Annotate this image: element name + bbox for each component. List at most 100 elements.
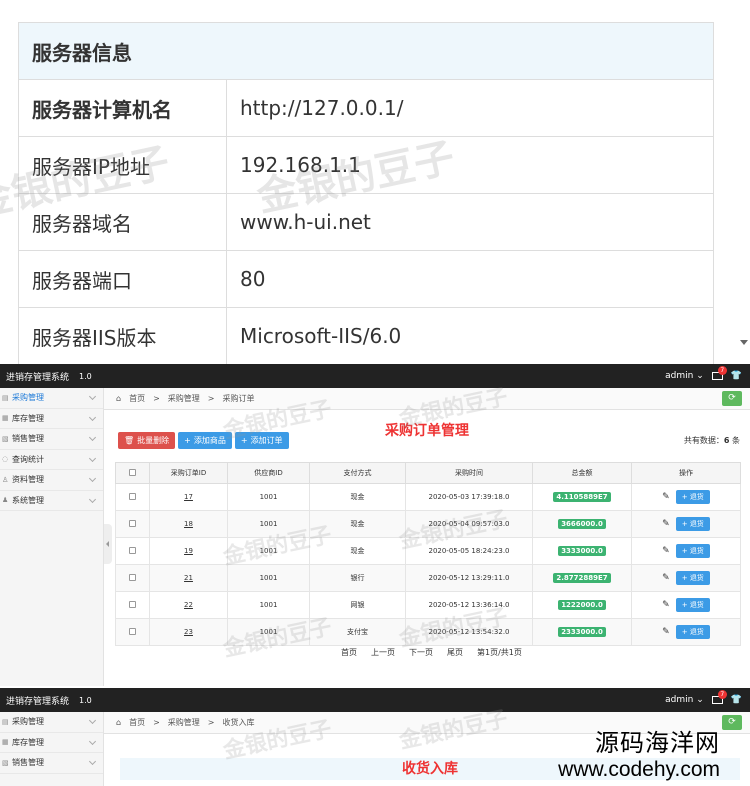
column-header: 供应商ID: [227, 462, 310, 484]
row-select-cell[interactable]: [115, 537, 150, 565]
plus-icon: +: [681, 520, 690, 528]
batch-delete-button[interactable]: 🗑 批量删除: [118, 432, 176, 449]
row-select-cell[interactable]: [115, 510, 150, 538]
row-select-cell[interactable]: [115, 591, 150, 619]
order-id-link[interactable]: 19: [184, 547, 193, 555]
sidebar-item-label: 销售管理: [12, 758, 44, 768]
last-page-link[interactable]: 尾页: [447, 647, 463, 658]
skin-icon[interactable]: 👕: [731, 695, 742, 705]
mail-icon[interactable]: 7: [711, 366, 727, 380]
row-checkbox[interactable]: [129, 573, 136, 581]
row-select-cell[interactable]: [115, 483, 150, 511]
breadcrumb-home[interactable]: 首页: [129, 393, 145, 404]
sidebar-item-sales[interactable]: ▧ 销售管理: [0, 429, 103, 450]
purchase-order-screen: 进销存管理系统 1.0 admin ⌄ 7 👕 ▤ 采购管理 ▦ 库存管理 ▧ 销售管…: [0, 364, 750, 686]
app-title[interactable]: 进销存管理系统: [6, 370, 69, 383]
breadcrumb-home[interactable]: 首页: [129, 717, 145, 728]
return-button[interactable]: + 退货: [675, 625, 710, 639]
row-checkbox[interactable]: [129, 627, 136, 635]
sidebar-item-purchase[interactable]: ▤ 采购管理: [0, 712, 103, 733]
server-row-value: www.h-ui.net: [226, 193, 714, 251]
table-row: 19 1001 现金 2020-05-05 18:24:23.0 3333000…: [115, 537, 741, 565]
row-checkbox[interactable]: [129, 492, 136, 500]
brand-url: www.codehy.com: [558, 758, 720, 781]
order-id-link[interactable]: 22: [184, 601, 193, 609]
app-title[interactable]: 进销存管理系统: [6, 694, 69, 707]
plus-icon: +: [240, 436, 248, 445]
time-cell: 2020-05-12 13:54:32.0: [405, 618, 533, 646]
amount-badge: 3666000.0: [558, 519, 606, 529]
row-select-cell[interactable]: [115, 564, 150, 592]
order-id-link[interactable]: 17: [184, 493, 193, 501]
refresh-button[interactable]: ⟳: [722, 391, 742, 406]
next-page-link[interactable]: 下一页: [409, 647, 433, 658]
user-menu[interactable]: admin ⌄: [665, 695, 704, 705]
add-order-button[interactable]: + 添加订单: [234, 432, 289, 449]
row-checkbox[interactable]: [129, 519, 136, 527]
button-label: 退货: [689, 520, 704, 528]
server-info-panel: 服务器信息 服务器计算机名 http://127.0.0.1/ 服务器IP地址 …: [0, 0, 750, 365]
edit-pencil-icon[interactable]: ✎: [662, 627, 670, 637]
order-id-cell: 18: [149, 510, 228, 538]
select-all-header[interactable]: [115, 462, 150, 484]
select-all-checkbox[interactable]: [129, 468, 136, 476]
column-header: 操作: [631, 462, 741, 484]
payment-cell: 支付宝: [309, 618, 406, 646]
add-goods-button[interactable]: + 添加商品: [178, 432, 232, 449]
order-id-link[interactable]: 23: [184, 628, 193, 636]
sidebar-item-label: 查询统计: [12, 454, 44, 464]
sidebar-item-query[interactable]: ◌ 查询统计: [0, 450, 103, 470]
brand-name: 源码海洋网: [595, 729, 720, 757]
box-icon: ▦: [2, 414, 9, 423]
top-navbar: 进销存管理系统 1.0 admin ⌄ 7 👕: [0, 364, 750, 388]
skin-icon[interactable]: 👕: [731, 371, 742, 381]
first-page-link[interactable]: 首页: [341, 647, 357, 658]
breadcrumb-section[interactable]: 采购管理: [168, 717, 200, 728]
amount-cell: 1222000.0: [532, 591, 632, 619]
return-button[interactable]: + 退货: [675, 490, 710, 504]
order-id-link[interactable]: 18: [184, 520, 193, 528]
doc-icon: ▤: [2, 393, 9, 402]
edit-pencil-icon[interactable]: ✎: [662, 519, 670, 529]
order-id-cell: 21: [149, 564, 228, 592]
sidebar-item-data[interactable]: ♙ 资料管理: [0, 470, 103, 491]
return-button[interactable]: + 退货: [675, 544, 710, 558]
breadcrumb-page: 收货入库: [222, 718, 255, 727]
server-row-label: 服务器计算机名: [18, 79, 227, 137]
button-label: 退货: [689, 547, 704, 555]
home-icon: ⌂: [116, 718, 122, 727]
sidebar-item-system[interactable]: ♟ 系统管理: [0, 491, 103, 511]
order-id-link[interactable]: 21: [184, 574, 193, 582]
mail-icon[interactable]: 7: [711, 690, 727, 704]
breadcrumb-section[interactable]: 采购管理: [168, 393, 200, 404]
edit-pencil-icon[interactable]: ✎: [662, 600, 670, 610]
refresh-button[interactable]: ⟳: [722, 715, 742, 730]
server-row-value: Microsoft-IIS/6.0: [226, 307, 714, 365]
button-label: 退货: [689, 601, 704, 609]
edit-pencil-icon[interactable]: ✎: [662, 573, 670, 583]
edit-pencil-icon[interactable]: ✎: [662, 546, 670, 556]
sidebar-item-inventory[interactable]: ▦ 库存管理: [0, 733, 103, 753]
sidebar-item-sales[interactable]: ▧ 销售管理: [0, 753, 103, 774]
server-row: 服务器计算机名 http://127.0.0.1/: [18, 79, 714, 137]
row-select-cell[interactable]: [115, 618, 150, 646]
sidebar-collapse-handle[interactable]: [104, 524, 112, 564]
scroll-down-arrow-icon[interactable]: [740, 340, 748, 345]
sidebar-item-inventory[interactable]: ▦ 库存管理: [0, 409, 103, 429]
sidebar-item-purchase[interactable]: ▤ 采购管理: [0, 388, 103, 409]
ops-cell: ✎ + 退货: [631, 510, 741, 538]
user-menu[interactable]: admin ⌄: [665, 371, 704, 381]
breadcrumb-page: 采购订单: [222, 394, 255, 403]
chevron-down-icon: [88, 737, 97, 745]
chevron-down-icon: [88, 495, 97, 503]
return-button[interactable]: + 退货: [675, 517, 710, 531]
row-checkbox[interactable]: [129, 546, 136, 554]
return-button[interactable]: + 退货: [675, 598, 710, 612]
prev-page-link[interactable]: 上一页: [371, 647, 395, 658]
edit-pencil-icon[interactable]: ✎: [662, 492, 670, 502]
chevron-down-icon: [88, 433, 97, 442]
ops-cell: ✎ + 退货: [631, 537, 741, 565]
button-label: 退货: [689, 628, 704, 636]
row-checkbox[interactable]: [129, 600, 136, 608]
return-button[interactable]: + 退货: [675, 571, 710, 585]
